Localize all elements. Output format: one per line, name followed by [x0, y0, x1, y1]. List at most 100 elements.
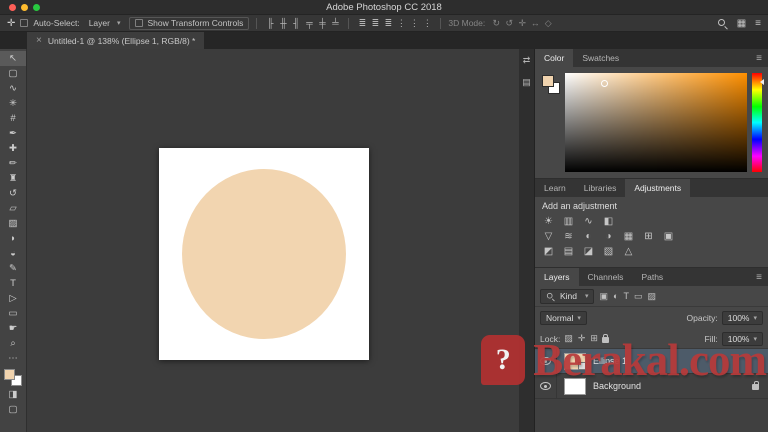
pen-tool[interactable]: ✎: [0, 261, 26, 276]
tab-adjustments[interactable]: Adjustments: [625, 179, 691, 197]
adjustment-icon[interactable]: ∿: [582, 216, 595, 227]
eyedropper-tool[interactable]: ✒: [0, 126, 26, 141]
align-icon[interactable]: ╧: [329, 18, 341, 28]
tab-swatches[interactable]: Swatches: [573, 49, 628, 67]
adjustment-icon[interactable]: ▤: [562, 246, 575, 257]
filter-type-icon[interactable]: T: [623, 291, 629, 302]
marquee-tool[interactable]: ▢: [0, 66, 26, 81]
layer-row-ellipse-1[interactable]: Ellipse 1: [535, 349, 768, 374]
layer-visibility-toggle[interactable]: [535, 374, 557, 398]
workspace-switcher-icon[interactable]: ▦: [737, 18, 746, 29]
adjustment-icon[interactable]: ☀: [542, 216, 555, 227]
lock-option-icon[interactable]: ▨: [564, 333, 573, 344]
search-icon[interactable]: [717, 18, 728, 29]
adjustment-icon[interactable]: ◑: [602, 231, 615, 242]
auto-select-target-select[interactable]: Layer: [85, 17, 125, 29]
adjustment-icon[interactable]: ▣: [662, 231, 675, 242]
layer-name[interactable]: Background: [593, 381, 641, 391]
align-icon[interactable]: ╢: [290, 18, 302, 28]
lock-all-icon[interactable]: [601, 333, 609, 343]
lock-option-icon[interactable]: ✛: [578, 333, 586, 344]
quick-selection-tool[interactable]: ✳: [0, 96, 26, 111]
foreground-color-chip[interactable]: [542, 75, 554, 87]
ellipse-shape[interactable]: [182, 169, 346, 339]
screen-mode-button[interactable]: ▢: [0, 402, 26, 417]
3d-mode-icon[interactable]: ✛: [516, 18, 528, 29]
filter-type-icon[interactable]: ◐: [613, 291, 618, 302]
tab-channels[interactable]: Channels: [579, 268, 633, 286]
distribute-icon[interactable]: ⋮: [395, 18, 407, 29]
dodge-tool[interactable]: ◒: [0, 246, 26, 261]
lock-option-icon[interactable]: ⊞: [590, 333, 598, 344]
3d-mode-icon[interactable]: ↻: [490, 18, 502, 29]
minimize-window-button[interactable]: [21, 4, 28, 11]
align-icon[interactable]: ╤: [303, 18, 315, 28]
crop-tool[interactable]: #: [0, 111, 26, 126]
distribute-icon[interactable]: ≣: [369, 18, 381, 29]
close-tab-icon[interactable]: ×: [36, 35, 42, 46]
canvas-area[interactable]: [27, 49, 519, 432]
3d-mode-icon[interactable]: ◇: [542, 18, 554, 29]
type-tool[interactable]: T: [0, 276, 26, 291]
close-window-button[interactable]: [9, 4, 16, 11]
adjustment-icon[interactable]: ⊞: [642, 231, 655, 242]
align-icon[interactable]: ╟: [264, 18, 276, 28]
zoom-tool[interactable]: ⌕: [0, 336, 26, 351]
adjustment-icon[interactable]: ▧: [602, 246, 615, 257]
align-icon[interactable]: ╫: [277, 18, 289, 28]
layer-visibility-toggle[interactable]: [535, 349, 557, 373]
hue-slider-marker[interactable]: [760, 78, 764, 85]
layer-row-background[interactable]: Background: [535, 374, 768, 399]
filter-type-icon[interactable]: ▣: [600, 291, 609, 302]
blend-mode-select[interactable]: Normal: [540, 311, 587, 325]
saturation-brightness-field[interactable]: [565, 73, 747, 172]
adjustment-icon[interactable]: ▽: [542, 231, 555, 242]
zoom-window-button[interactable]: [33, 4, 40, 11]
tab-paths[interactable]: Paths: [632, 268, 672, 286]
shape-tool[interactable]: ▭: [0, 306, 26, 321]
color-panel-menu-icon[interactable]: ≡: [756, 53, 762, 64]
3d-mode-icon[interactable]: ↺: [503, 18, 515, 29]
adjustment-icon[interactable]: ◐: [582, 231, 595, 242]
collapse-panels-icon[interactable]: ⇄: [523, 55, 531, 66]
show-transform-checkbox[interactable]: [135, 19, 144, 27]
adjustment-icon[interactable]: ◪: [582, 246, 595, 257]
fill-select[interactable]: 100%: [721, 331, 763, 346]
clone-stamp-tool[interactable]: ♜: [0, 171, 26, 186]
adjustment-icon[interactable]: ▦: [622, 231, 635, 242]
quick-mask-button[interactable]: ◨: [0, 387, 26, 402]
tab-learn[interactable]: Learn: [535, 179, 575, 197]
layer-name[interactable]: Ellipse 1: [593, 356, 627, 366]
adjustment-icon[interactable]: ≋: [562, 231, 575, 242]
healing-brush-tool[interactable]: ✚: [0, 141, 26, 156]
layers-panel-menu-icon[interactable]: ≡: [756, 272, 762, 283]
move-tool[interactable]: ↖: [0, 51, 26, 66]
tab-layers[interactable]: Layers: [535, 268, 579, 286]
eraser-tool[interactable]: ▱: [0, 201, 26, 216]
filter-type-icon[interactable]: ▨: [648, 291, 657, 302]
panel-menu-icon[interactable]: ≡: [755, 18, 761, 29]
auto-select-checkbox[interactable]: [20, 19, 29, 27]
document-tab[interactable]: × Untitled-1 @ 138% (Ellipse 1, RGB/8) *: [27, 32, 205, 49]
edit-toolbar-button[interactable]: ⋯: [0, 351, 26, 366]
distribute-icon[interactable]: ⋮: [408, 18, 420, 29]
lasso-tool[interactable]: ∿: [0, 81, 26, 96]
tab-color[interactable]: Color: [535, 49, 574, 67]
brush-tool[interactable]: ✏: [0, 156, 26, 171]
hue-slider[interactable]: [752, 73, 764, 172]
filter-type-icon[interactable]: ▭: [634, 291, 643, 302]
align-icon[interactable]: ╪: [316, 18, 328, 28]
document-canvas[interactable]: [159, 148, 369, 360]
distribute-icon[interactable]: ≣: [382, 18, 394, 29]
adjustment-icon[interactable]: ▥: [562, 216, 575, 227]
adjustment-icon[interactable]: ◧: [602, 216, 615, 227]
adjustment-icon[interactable]: △: [622, 246, 635, 257]
hand-tool[interactable]: ☛: [0, 321, 26, 336]
layer-thumbnail[interactable]: [564, 377, 586, 395]
collapsed-panel-icon[interactable]: ▤: [522, 77, 531, 88]
blur-tool[interactable]: ◗: [0, 231, 26, 246]
path-selection-tool[interactable]: ▷: [0, 291, 26, 306]
gradient-tool[interactable]: ▨: [0, 216, 26, 231]
tab-libraries[interactable]: Libraries: [575, 179, 626, 197]
filter-kind-select[interactable]: Kind: [540, 288, 594, 304]
